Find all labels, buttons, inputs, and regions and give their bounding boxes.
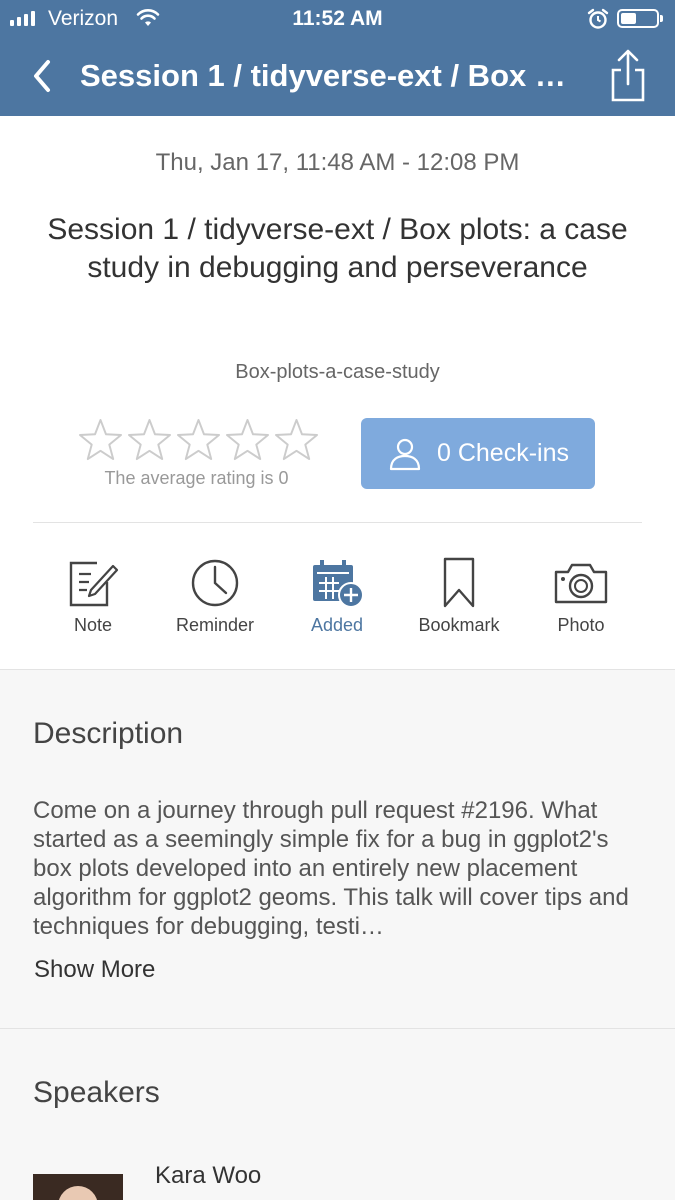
speakers-heading: Speakers [33,1076,160,1109]
star-icon[interactable] [78,418,123,461]
nav-bar: Session 1 / tidyverse-ext / Box pl... [0,38,675,116]
action-bar: Note Reminder Added Bookmark Photo [0,554,675,644]
user-icon [389,438,421,470]
photo-label: Photo [557,615,605,635]
calendar-added-icon [313,560,364,608]
reminder-label: Reminder [175,615,255,635]
battery-icon [617,9,663,28]
divider [33,522,642,523]
checkin-label: 0 Check-ins [437,439,569,467]
session-title: Session 1 / tidyverse-ext / Box plots: a… [47,213,628,284]
alarm-icon [587,8,609,29]
clock-icon [191,559,239,607]
show-more-button[interactable]: Show More [34,956,155,984]
nav-title: Session 1 / tidyverse-ext / Box pl... [80,58,580,93]
note-icon [69,561,119,607]
speaker-item[interactable]: Kara Woo [33,1160,653,1200]
bookmark-label: Bookmark [418,615,500,635]
reminder-button[interactable]: Reminder [155,554,275,636]
added-label: Added [310,615,364,635]
star-icon[interactable] [176,418,221,461]
bookmark-icon [443,557,475,608]
session-track: Box-plots-a-case-study [235,361,440,383]
clock: 11:52 AM [292,7,383,30]
chevron-left-icon[interactable] [26,56,62,96]
description-section: Description Come on a journey through pu… [0,670,675,1029]
speaker-name: Kara Woo [155,1162,262,1189]
star-icon[interactable] [127,418,172,461]
status-bar: Verizon 11:52 AM [0,0,675,38]
description-text: Come on a journey through pull request #… [33,797,629,940]
description-heading: Description [33,717,184,750]
bookmark-button[interactable]: Bookmark [399,554,519,636]
photo-button[interactable]: Photo [521,554,641,636]
session-header: Thu, Jan 17, 11:48 AM - 12:08 PM Session… [0,116,675,670]
star-icon[interactable] [274,418,319,461]
checkin-button[interactable]: 0 Check-ins [361,418,595,489]
camera-icon [554,563,608,604]
star-rating[interactable] [78,418,319,461]
note-button[interactable]: Note [33,554,153,636]
note-label: Note [73,615,113,635]
average-rating-label: The average rating is 0 [104,468,289,488]
star-icon[interactable] [225,418,270,461]
added-button[interactable]: Added [277,554,397,636]
avatar [33,1174,123,1200]
speakers-section: Speakers Kara Woo [0,1030,675,1200]
session-datetime: Thu, Jan 17, 11:48 AM - 12:08 PM [155,149,520,176]
share-icon[interactable] [605,48,651,104]
